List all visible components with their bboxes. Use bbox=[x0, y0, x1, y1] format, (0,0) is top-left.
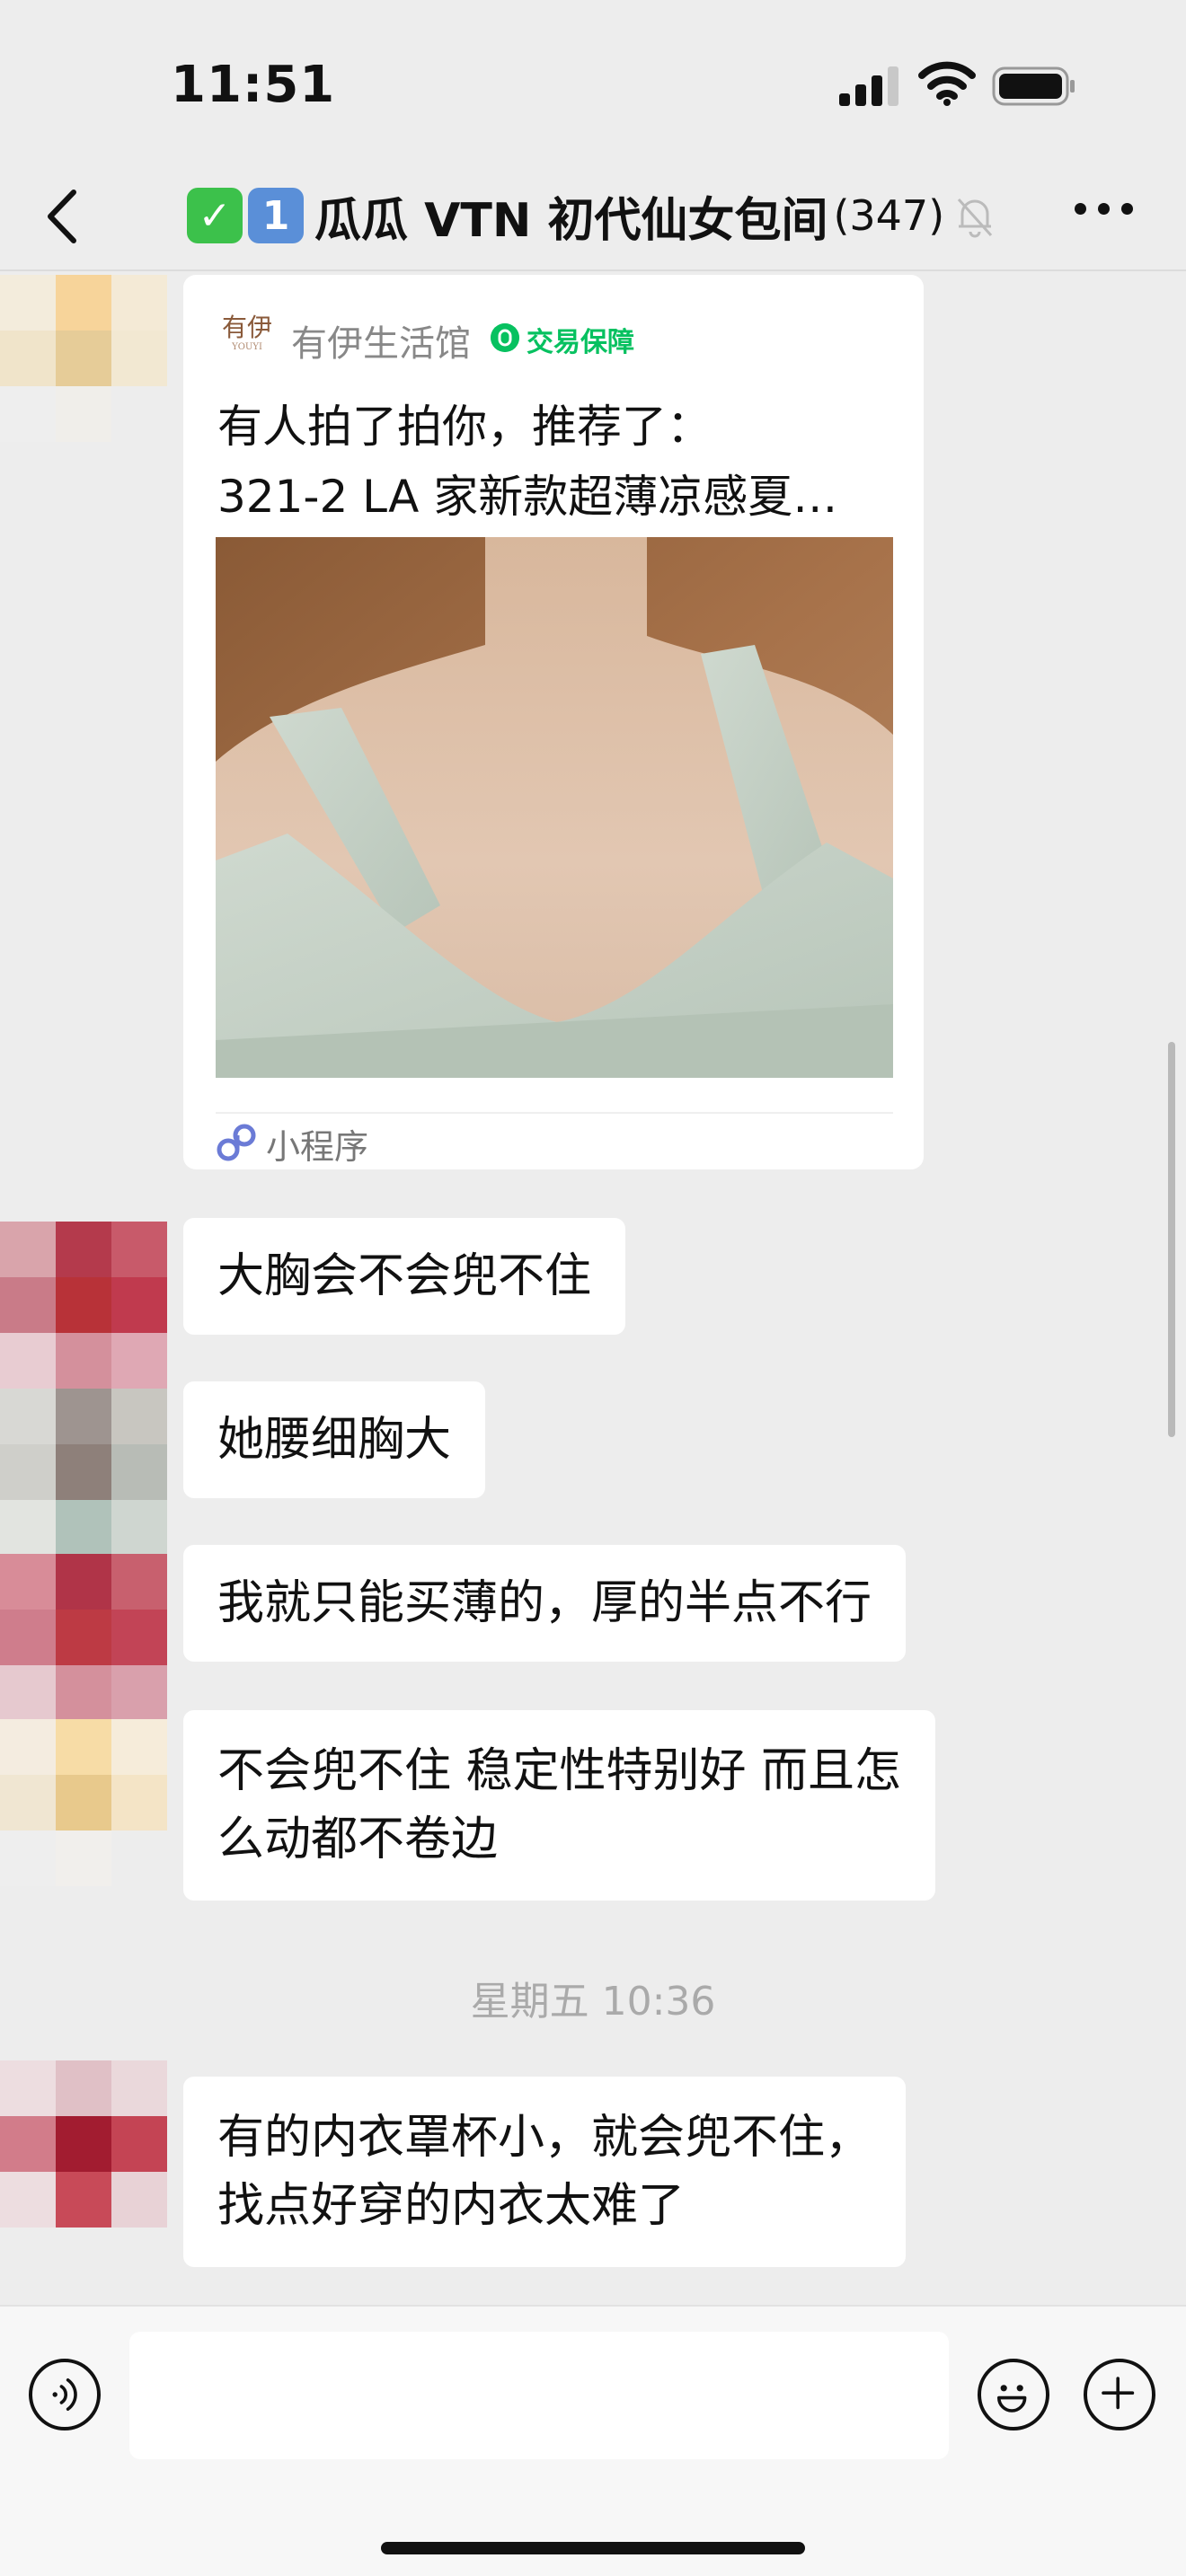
card-divider bbox=[216, 1112, 893, 1114]
mini-program-icon bbox=[217, 1124, 256, 1161]
group-name: 瓜瓜 VTN 初代仙女包间 bbox=[314, 193, 828, 248]
shield-check-icon bbox=[491, 323, 519, 352]
chat-header: ✓ 1 瓜瓜 VTN 初代仙女包间 (347) bbox=[0, 162, 1186, 271]
message-input[interactable] bbox=[129, 2332, 949, 2459]
status-time: 11:51 bbox=[171, 56, 336, 114]
home-indicator bbox=[381, 2542, 805, 2554]
ellipsis-icon[interactable] bbox=[1075, 198, 1134, 219]
card-title: 有人拍了拍你，推荐了： 321-2 LA 家新款超薄凉感夏… bbox=[217, 392, 900, 532]
avatar[interactable] bbox=[0, 275, 167, 442]
message-bubble[interactable]: 她腰细胸大 bbox=[183, 1381, 486, 1498]
avatar[interactable] bbox=[0, 1389, 167, 1556]
message-text-line2: 么动都不卷边 bbox=[217, 1813, 499, 1866]
message-bubble[interactable]: 大胸会不会兜不住 bbox=[183, 1218, 626, 1335]
message-text-line2: 找点好穿的内衣太难了 bbox=[217, 2179, 686, 2233]
card-title-line2: 321-2 LA 家新款超薄凉感夏… bbox=[217, 471, 838, 523]
message-text-line1: 有的内衣罩杯小，就会兜不住， bbox=[217, 2111, 872, 2165]
message-bubble[interactable]: 有的内衣罩杯小，就会兜不住， 找点好穿的内衣太难了 bbox=[183, 2077, 907, 2267]
chat-screen: 11:51 ✓ 1 瓜瓜 VTN 初代仙女包间 (347) 有伊 YOUYI 有… bbox=[0, 0, 1186, 2576]
mini-program-card[interactable]: 有伊 YOUYI 有伊生活馆 交易保障 有人拍了拍你，推荐了： 321-2 LA … bbox=[183, 275, 924, 1169]
message-text: 她腰细胸大 bbox=[217, 1413, 452, 1467]
voice-icon[interactable] bbox=[29, 2359, 101, 2430]
avatar[interactable] bbox=[0, 1554, 167, 1721]
message-text: 大胸会不会兜不住 bbox=[217, 1249, 592, 1303]
trade-guarantee-label: 交易保障 bbox=[527, 327, 634, 358]
avatar[interactable] bbox=[0, 1222, 167, 1389]
plus-icon[interactable] bbox=[1084, 2359, 1155, 2430]
product-image bbox=[216, 537, 893, 1078]
avatar[interactable] bbox=[0, 1719, 167, 1886]
cellular-signal-icon bbox=[839, 63, 900, 106]
shop-name: 有伊生活馆 bbox=[291, 323, 471, 365]
mini-program-label: 小程序 bbox=[266, 1127, 369, 1167]
chat-title[interactable]: ✓ 1 瓜瓜 VTN 初代仙女包间 (347) bbox=[187, 181, 1013, 250]
emoji-icon[interactable] bbox=[978, 2359, 1049, 2430]
shop-logo: 有伊 YOUYI bbox=[221, 313, 272, 352]
message-text-line1: 不会兜不住 稳定性特别好 而且怎 bbox=[217, 1744, 902, 1798]
message-bubble[interactable]: 我就只能买薄的，厚的半点不行 bbox=[183, 1545, 907, 1662]
timestamp-divider: 星期五 10:36 bbox=[470, 1979, 716, 2025]
status-bar: 11:51 bbox=[0, 0, 1186, 162]
chevron-left-icon[interactable] bbox=[41, 185, 81, 248]
battery-icon bbox=[992, 66, 1075, 106]
check-emoji-icon: ✓ bbox=[187, 188, 243, 243]
wifi-icon bbox=[918, 61, 976, 106]
message-text: 我就只能买薄的，厚的半点不行 bbox=[217, 1576, 872, 1630]
card-title-line1: 有人拍了拍你，推荐了： bbox=[217, 401, 712, 453]
member-count: (347) bbox=[833, 191, 945, 240]
scrollbar[interactable] bbox=[1168, 1042, 1175, 1437]
input-bar bbox=[0, 2305, 1186, 2576]
message-bubble[interactable]: 不会兜不住 稳定性特别好 而且怎 么动都不卷边 bbox=[183, 1710, 936, 1901]
bell-off-icon bbox=[958, 198, 993, 238]
keycap-one-icon: 1 bbox=[248, 188, 304, 243]
avatar[interactable] bbox=[0, 2060, 167, 2228]
